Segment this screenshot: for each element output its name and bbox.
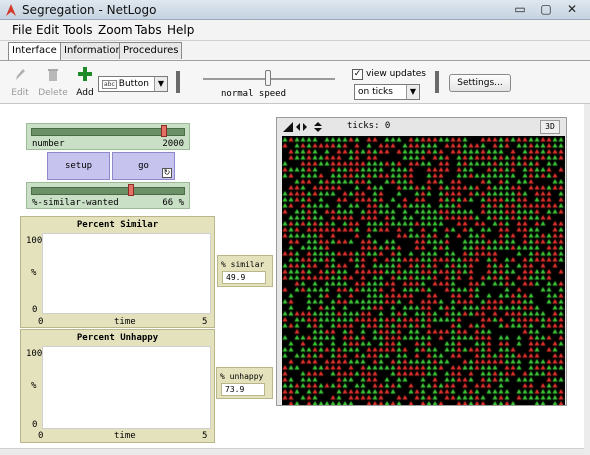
vertical-scrollbar[interactable] — [584, 104, 590, 455]
view-updates-label: view updates — [366, 69, 426, 79]
menu-zoom[interactable]: Zoom — [98, 23, 133, 37]
unhappy-monitor: % unhappy 73.9 — [216, 367, 273, 399]
x-max-tick: 5 — [202, 431, 208, 441]
x-axis-label: time — [114, 431, 136, 441]
edit-label: Edit — [11, 88, 29, 98]
delete-tool-button[interactable]: Delete — [36, 64, 70, 100]
button-widget-icon: abc — [102, 80, 117, 89]
setup-button[interactable]: setup — [47, 152, 110, 180]
delete-label: Delete — [38, 88, 68, 98]
x-max-tick: 5 — [202, 317, 208, 327]
toolbar-separator — [435, 71, 439, 93]
percent-similar-plot: Percent Similar 100 % 0 0 time 5 — [20, 216, 215, 328]
title-bar: Segregation - NetLogo ▭ ▢ ✕ — [0, 0, 590, 20]
add-tool-button[interactable]: Add — [74, 64, 96, 100]
x-min-tick: 0 — [38, 431, 44, 441]
speed-label: normal speed — [221, 89, 287, 99]
speed-slider-thumb[interactable] — [265, 70, 271, 86]
netlogo-logo-icon — [6, 4, 16, 16]
menu-edit[interactable]: Edit — [36, 23, 59, 37]
tab-procedures[interactable]: Procedures — [119, 42, 183, 59]
plus-icon — [78, 67, 92, 81]
y-max-tick: 100 — [26, 349, 43, 359]
tab-information[interactable]: Information — [60, 42, 126, 59]
go-label: go — [138, 161, 149, 171]
add-label: Add — [76, 88, 94, 98]
slider-knob[interactable] — [161, 125, 167, 137]
plot-title: Percent Unhappy — [76, 333, 159, 343]
monitor-value: 73.9 — [221, 383, 265, 396]
menu-tools[interactable]: Tools — [63, 23, 93, 37]
slider-name: number — [32, 139, 65, 149]
update-mode-select[interactable]: on ticks ▼ — [354, 84, 420, 100]
forever-icon: ↻ — [162, 168, 172, 178]
monitor-value: 49.9 — [222, 271, 266, 284]
toolbar: Edit Delete Add abc Button ▼ normal speed… — [0, 60, 590, 104]
monitor-label: % unhappy — [220, 372, 264, 381]
x-axis-label: time — [114, 317, 136, 327]
orbit-icon[interactable] — [283, 122, 293, 132]
slider-track[interactable] — [31, 187, 185, 195]
move-vertical-icon[interactable] — [314, 122, 322, 132]
similar-monitor: % similar 49.9 — [217, 255, 273, 287]
similar-wanted-slider[interactable]: %-similar-wanted 66 % — [26, 182, 190, 209]
y-min-tick: 0 — [32, 305, 38, 315]
y-min-tick: 0 — [32, 420, 38, 430]
chevron-down-icon: ▼ — [406, 85, 419, 99]
pencil-icon — [16, 69, 25, 80]
window-title: Segregation - NetLogo — [22, 3, 157, 17]
slider-knob[interactable] — [128, 184, 134, 196]
command-center-splitter[interactable] — [0, 448, 584, 455]
menu-bar: File Edit Tools Zoom Tabs Help — [0, 20, 590, 41]
update-mode-value: on ticks — [358, 87, 393, 97]
monitor-label: % similar — [221, 260, 265, 269]
ticks-counter: ticks: 0 — [347, 121, 391, 131]
go-button[interactable]: go ↻ — [112, 152, 175, 180]
plot-title: Percent Similar — [76, 220, 159, 230]
plot-canvas — [42, 233, 211, 314]
view-updates-checkbox[interactable]: ✓ — [352, 69, 363, 80]
close-icon[interactable]: ✕ — [561, 1, 583, 17]
tab-interface[interactable]: Interface — [8, 42, 61, 60]
y-axis-label: % — [31, 381, 37, 391]
slider-value: 66 % — [162, 198, 184, 208]
menu-file[interactable]: File — [12, 23, 32, 37]
number-slider[interactable]: number 2000 — [26, 123, 190, 150]
settings-button[interactable]: Settings... — [449, 74, 511, 92]
tab-strip: Interface Information Procedures — [0, 41, 590, 60]
view-control-icons — [283, 122, 322, 132]
y-axis-label: % — [31, 268, 37, 278]
world-view-panel: ticks: 0 3D — [276, 117, 567, 406]
percent-unhappy-plot: Percent Unhappy 100 % 0 0 time 5 — [20, 329, 215, 443]
edit-tool-button[interactable]: Edit — [8, 64, 32, 100]
plot-canvas — [42, 346, 211, 429]
minimize-icon[interactable]: ▭ — [509, 1, 531, 17]
3d-view-button[interactable]: 3D — [540, 120, 560, 134]
widget-type-value: Button — [118, 79, 149, 89]
move-horizontal-icon[interactable] — [296, 123, 307, 131]
world-canvas[interactable] — [282, 136, 565, 405]
chevron-down-icon: ▼ — [154, 77, 167, 91]
y-max-tick: 100 — [26, 236, 43, 246]
maximize-icon[interactable]: ▢ — [535, 1, 557, 17]
menu-tabs[interactable]: Tabs — [135, 23, 162, 37]
widget-type-select[interactable]: abc Button ▼ — [98, 76, 168, 92]
menu-help[interactable]: Help — [167, 23, 194, 37]
toolbar-separator — [176, 71, 180, 93]
interface-panel: number 2000 setup go ↻ %-similar-wanted … — [0, 104, 590, 455]
setup-label: setup — [64, 161, 93, 171]
slider-value: 2000 — [162, 139, 184, 149]
slider-name: %-similar-wanted — [32, 198, 119, 208]
x-min-tick: 0 — [38, 317, 44, 327]
trash-icon — [48, 69, 58, 81]
